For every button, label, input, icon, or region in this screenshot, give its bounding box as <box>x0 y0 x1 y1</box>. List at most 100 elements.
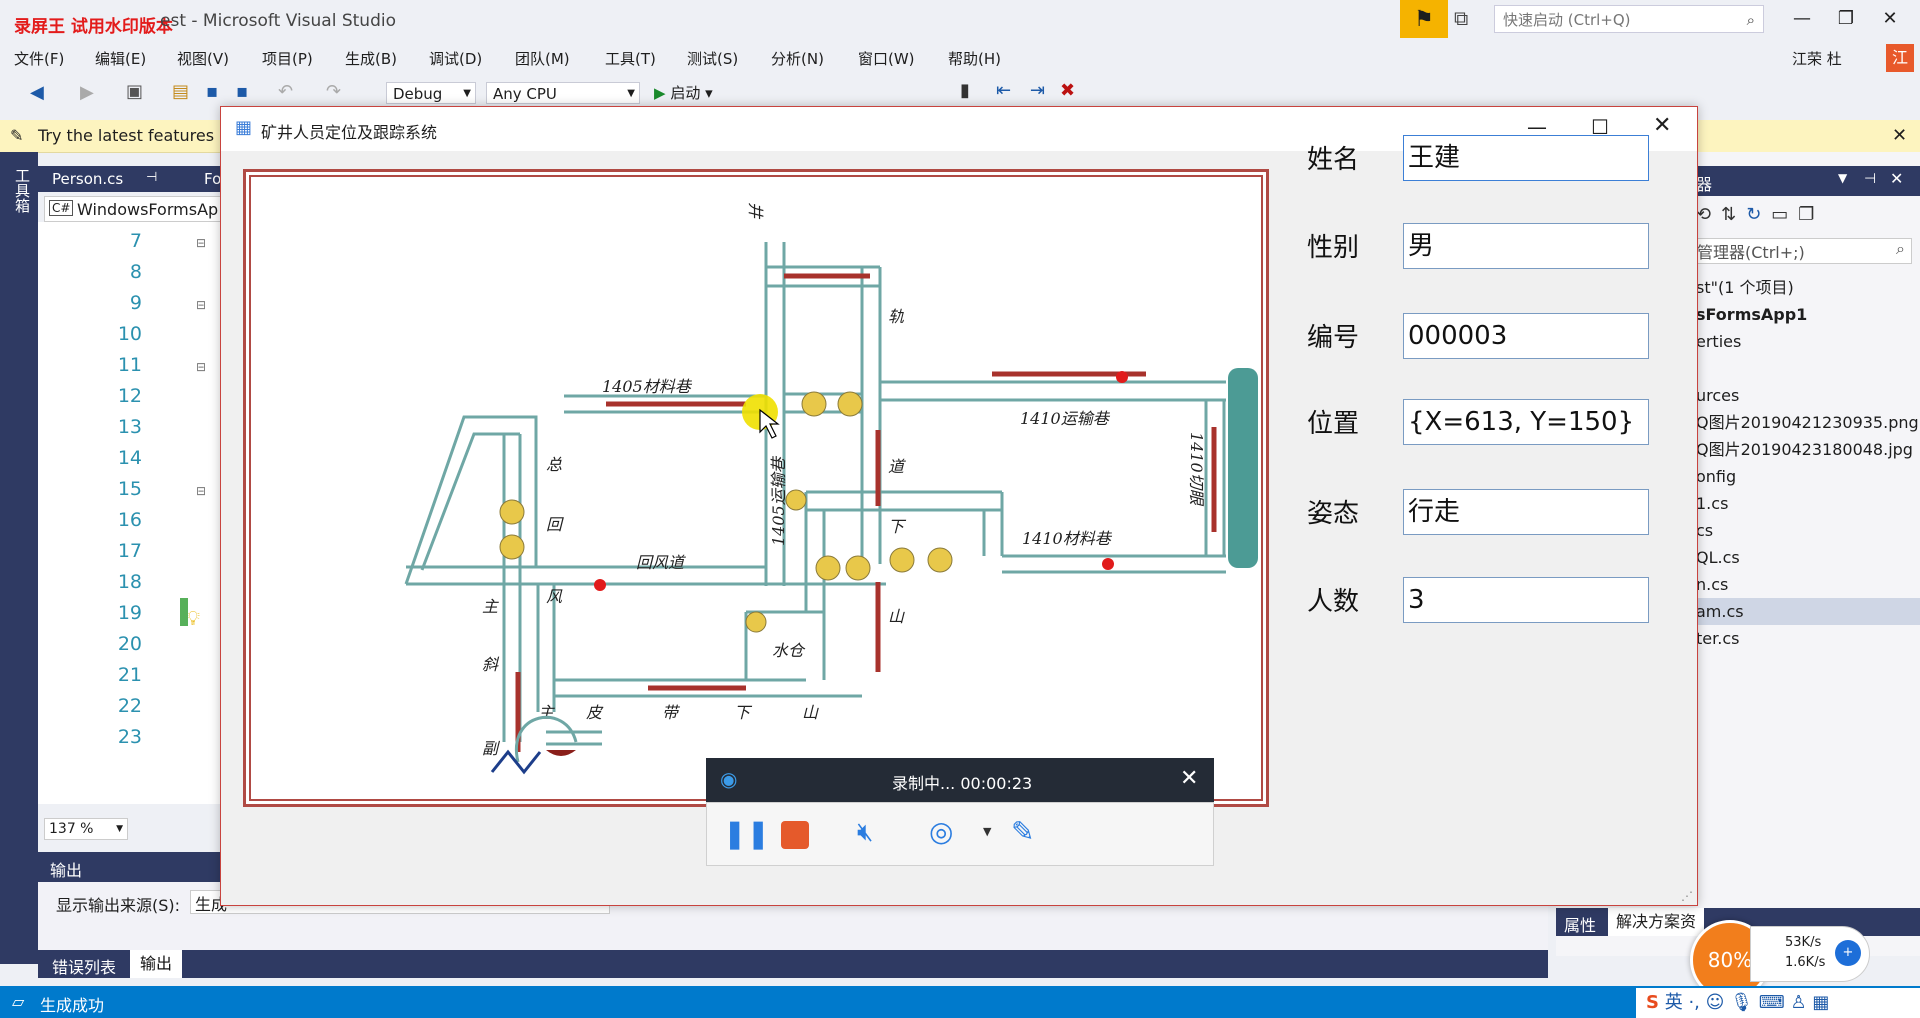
pause-button[interactable]: ❚❚ <box>723 817 770 850</box>
open-folder-icon[interactable]: ▤ <box>172 81 189 102</box>
bookmark-prev-icon[interactable]: ⇤ <box>996 80 1011 101</box>
person-marker[interactable] <box>594 579 606 591</box>
shirt-icon[interactable]: ♙ <box>1790 992 1806 1013</box>
person-marker[interactable] <box>1102 558 1114 570</box>
map-label: 副 <box>482 739 501 758</box>
toolbox-tab[interactable]: 工具箱 <box>12 168 33 213</box>
menu-edit[interactable]: 编辑(E) <box>95 48 146 69</box>
restore-button[interactable]: ❐ <box>1828 6 1864 32</box>
menu-build[interactable]: 生成(B) <box>345 48 397 69</box>
infobar-close-icon[interactable]: ✕ <box>1892 125 1907 146</box>
emoji-icon[interactable]: ☺ <box>1706 992 1725 1013</box>
recorder-close-button[interactable]: ✕ <box>1180 766 1198 791</box>
search-icon: ⌕ <box>1746 11 1755 29</box>
line-number: 20 <box>117 633 142 655</box>
collapse-icon[interactable]: ⊟ <box>196 236 206 250</box>
solution-toolbar: ⟲⇅↻▭❐ <box>1696 204 1824 225</box>
map-label: 1405材料巷 <box>602 377 693 396</box>
form-close-button[interactable]: ✕ <box>1653 113 1671 138</box>
position-field[interactable]: {X=613, Y=150} <box>1403 399 1649 445</box>
punctuation-icon[interactable]: ·, <box>1688 992 1699 1013</box>
sync-icon[interactable]: ⇅ <box>1721 204 1746 225</box>
platform-select[interactable]: Any CPU ▼ <box>486 82 640 104</box>
new-project-icon[interactable]: ▣ <box>126 81 143 102</box>
menu-view[interactable]: 视图(V) <box>177 48 229 69</box>
mute-icon[interactable]: 🔇︎ <box>857 817 873 848</box>
pin-icon[interactable]: ⊣ <box>146 170 157 185</box>
pen-icon[interactable]: ✎ <box>1011 815 1034 848</box>
sogou-icon[interactable]: S <box>1646 992 1659 1013</box>
doors <box>499 391 953 633</box>
ime-mode[interactable]: 英 <box>1665 992 1683 1013</box>
dropdown-icon[interactable]: ▼ <box>1838 171 1847 185</box>
panel-close-icon[interactable]: ✕ <box>1890 169 1903 188</box>
map-label: 风 <box>546 587 563 606</box>
zoom-select[interactable]: 137 % ▼ <box>44 818 128 840</box>
tab-properties[interactable]: 属性 <box>1564 912 1596 936</box>
mine-map[interactable]: 1405材料巷 1410运输巷 1410材料巷 回风道 水仓 1410切眼 14… <box>243 169 1269 807</box>
save-icon[interactable]: ▪ <box>206 81 218 102</box>
gender-field[interactable]: 男 <box>1403 223 1649 269</box>
map-label: 下 <box>888 517 907 536</box>
count-field[interactable]: 3 <box>1403 577 1649 623</box>
pin-icon[interactable]: ⊣ <box>1864 171 1876 187</box>
stop-button[interactable] <box>781 821 809 849</box>
infobar-text[interactable]: Try the latest features <box>38 126 214 145</box>
tab-error-list[interactable]: 错误列表 <box>52 954 116 978</box>
editor-nav-dropdown[interactable]: C# WindowsFormsAp <box>44 196 222 222</box>
menu-file[interactable]: 文件(F) <box>14 48 64 69</box>
keyboard-icon[interactable]: ⌨ <box>1759 992 1785 1013</box>
bookmark-clear-icon[interactable]: ✖ <box>1060 80 1075 101</box>
menu-window[interactable]: 窗口(W) <box>858 48 915 69</box>
posture-field[interactable]: 行走 <box>1403 489 1649 535</box>
avatar[interactable]: 江 <box>1886 44 1914 72</box>
menu-tools[interactable]: 工具(T) <box>605 48 656 69</box>
copy-icon[interactable]: ❐ <box>1798 204 1824 225</box>
feedback-flag-icon[interactable]: ⚑ <box>1400 0 1448 38</box>
menu-analyze[interactable]: 分析(N) <box>771 48 824 69</box>
menu-test[interactable]: 测试(S) <box>687 48 738 69</box>
tab-solution-explorer[interactable]: 解决方案资 <box>1608 908 1705 936</box>
collapse-icon[interactable]: ⊟ <box>196 298 206 312</box>
tab-form[interactable]: Fo <box>204 170 221 188</box>
lightbulb-icon[interactable]: 💡︎ <box>186 606 200 630</box>
bookmark-next-icon[interactable]: ⇥ <box>1030 80 1045 101</box>
person-marker[interactable] <box>1116 371 1128 383</box>
tab-output[interactable]: 输出 <box>130 950 183 978</box>
chevron-down-icon[interactable]: ▼ <box>983 825 991 838</box>
tab-person-cs[interactable]: Person.cs <box>52 170 123 188</box>
back-icon[interactable]: ◀ <box>30 82 44 103</box>
coal-face-block <box>1228 368 1258 568</box>
collapse-all-icon[interactable]: ▭ <box>1771 204 1798 225</box>
webcam-icon[interactable]: ◎ <box>929 815 953 848</box>
redo-icon[interactable]: ↷ <box>326 81 341 102</box>
user-name[interactable]: 江荣 杜 <box>1792 48 1842 69</box>
collapse-icon[interactable]: ⊟ <box>196 484 206 498</box>
name-field[interactable]: 王建 <box>1403 135 1649 181</box>
minimize-button[interactable]: — <box>1784 6 1820 32</box>
menu-help[interactable]: 帮助(H) <box>948 48 1001 69</box>
forward-icon[interactable]: ▶ <box>80 82 94 103</box>
menu-debug[interactable]: 调试(D) <box>429 48 482 69</box>
start-button[interactable]: ▶ 启动 ▾ <box>654 82 713 103</box>
notification-icon[interactable]: ⧉ <box>1454 6 1468 30</box>
resize-grip-icon[interactable]: ⋰ <box>1681 889 1693 903</box>
history-icon[interactable]: ⟲ <box>1696 204 1721 225</box>
quick-launch-input[interactable]: 快速启动 (Ctrl+Q) ⌕ <box>1494 5 1764 33</box>
sump-icon <box>546 750 576 756</box>
solution-search-input[interactable]: 管理器(Ctrl+;) ⌕ <box>1692 238 1912 264</box>
menu-team[interactable]: 团队(M) <box>515 48 570 69</box>
id-field[interactable]: 000003 <box>1403 313 1649 359</box>
config-select[interactable]: Debug ▼ <box>386 82 476 104</box>
refresh-icon[interactable]: ↻ <box>1746 204 1771 225</box>
bookmark-icon[interactable]: ▮ <box>960 80 970 101</box>
mic-icon[interactable]: 🎙︎ <box>1730 992 1753 1013</box>
code-editor[interactable]: 7 8 9 10 11 12 13 14 15 16 17 18 19 20 2… <box>38 222 222 804</box>
menu-project[interactable]: 项目(P) <box>262 48 313 69</box>
close-button[interactable]: ✕ <box>1872 6 1908 32</box>
collapse-icon[interactable]: ⊟ <box>196 360 206 374</box>
undo-icon[interactable]: ↶ <box>278 81 293 102</box>
save-all-icon[interactable]: ▪ <box>236 81 248 102</box>
toolbox-icon[interactable]: ▦ <box>1812 992 1829 1013</box>
add-icon[interactable]: + <box>1835 940 1861 966</box>
